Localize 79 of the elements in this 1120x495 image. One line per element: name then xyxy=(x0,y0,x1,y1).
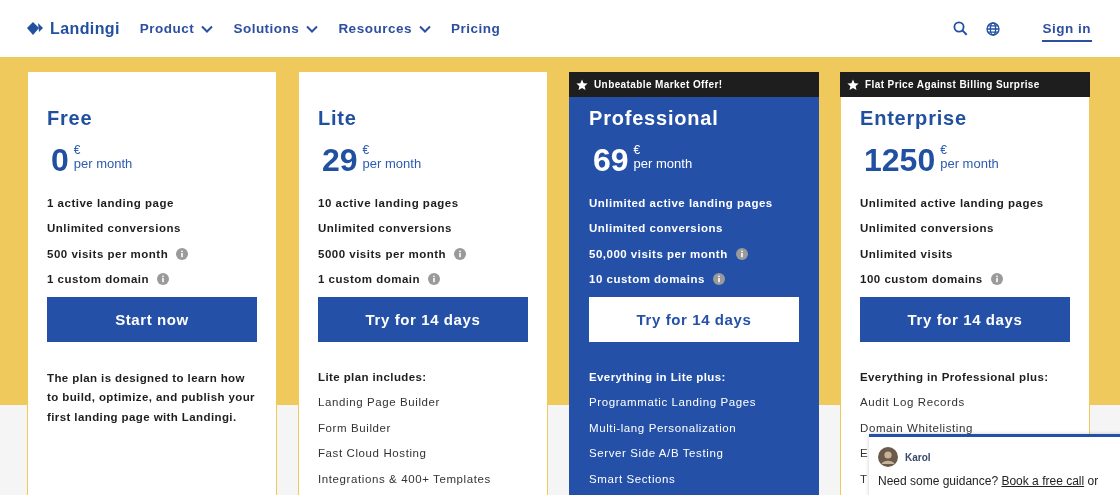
plan-cta-button[interactable]: Try for 14 days xyxy=(860,296,1070,342)
logo-icon xyxy=(27,21,44,36)
included-feature: Domain Whitelisting xyxy=(860,420,974,436)
feature-text: Unlimited active landing pages xyxy=(860,196,1044,209)
sign-in-link[interactable]: Sign in xyxy=(1041,15,1092,42)
info-icon[interactable] xyxy=(176,247,189,260)
feature-text: 100 custom domains xyxy=(860,273,983,285)
chat-message: Need some guidance? Book a free call or xyxy=(878,474,1100,488)
currency-symbol: € xyxy=(362,144,371,156)
book-call-link[interactable]: Book a free call xyxy=(1001,474,1085,488)
feature-text: 1 active landing page xyxy=(47,196,174,209)
included-feature: Audit Log Records xyxy=(860,395,965,410)
info-icon[interactable] xyxy=(454,247,467,260)
nav-menu-item[interactable]: Product xyxy=(139,21,214,36)
feature-text: Unlimited conversions xyxy=(860,222,994,234)
info-icon[interactable] xyxy=(735,247,748,260)
feature-text: 5000 visits per month xyxy=(318,247,447,260)
feature-text: Unlimited conversions xyxy=(589,222,723,234)
feature-text: Unlimited conversions xyxy=(47,222,181,234)
plan-cta-button[interactable]: Start now xyxy=(47,296,257,342)
price-period: per month xyxy=(633,156,693,172)
chat-agent-name: Karol xyxy=(905,451,931,463)
ribbon-text: Unbeatable Market Offer! xyxy=(594,79,723,90)
price-period: per month xyxy=(73,156,133,172)
included-feature: Landing Page Builder xyxy=(318,395,440,410)
nav-menu-item[interactable]: Pricing xyxy=(450,21,501,36)
feature-text: 50,000 visits per month xyxy=(589,247,728,260)
plan-name: Professional xyxy=(589,106,720,130)
includes-heading: Everything in Professional plus: xyxy=(860,369,1049,385)
included-feature: Smart Sections xyxy=(589,471,676,487)
currency-symbol: € xyxy=(940,144,948,156)
includes-heading: Everything in Lite plus: xyxy=(589,369,726,385)
avatar-icon xyxy=(878,447,898,467)
included-feature: Form Builder xyxy=(318,420,392,436)
ribbon-text: Flat Price Against Billing Surprise xyxy=(865,79,1040,90)
feature-text: 10 custom domains xyxy=(589,273,705,285)
included-feature: Integrations & 400+ Templates xyxy=(318,471,491,487)
chevron-down-icon xyxy=(306,24,319,33)
price-amount: 69 xyxy=(593,143,629,177)
feature-text: 1 custom domain xyxy=(47,273,150,285)
included-feature: E xyxy=(860,446,869,461)
plan-cta-button[interactable]: Try for 14 days xyxy=(589,296,799,342)
plan-description: The plan is designed to learn how to build, optimize, and publish your first landing page with Landingi. xyxy=(47,370,256,425)
feature-text: Unlimited visits xyxy=(860,247,953,260)
star-icon xyxy=(576,78,588,91)
info-icon[interactable] xyxy=(157,273,170,285)
nav-menu-item[interactable]: Solutions xyxy=(233,21,319,36)
included-feature: Server Side A/B Testing xyxy=(589,446,724,461)
price-period: per month xyxy=(940,156,999,172)
chevron-down-icon xyxy=(418,24,431,33)
plan-name: Enterprise xyxy=(860,106,968,130)
currency-symbol: € xyxy=(73,144,82,156)
feature-text: Unlimited conversions xyxy=(318,222,452,234)
plan-cta-button[interactable]: Try for 14 days xyxy=(318,296,528,342)
price-amount: 0 xyxy=(51,143,69,177)
plan-name: Lite xyxy=(318,106,358,130)
price-period: per month xyxy=(362,156,422,172)
info-icon[interactable] xyxy=(712,273,725,285)
info-icon[interactable] xyxy=(428,273,441,285)
info-icon[interactable] xyxy=(990,273,1003,285)
search-icon[interactable] xyxy=(952,21,968,36)
feature-text: Unlimited active landing pages xyxy=(589,196,773,209)
included-feature: Fast Cloud Hosting xyxy=(318,446,427,461)
included-feature: Multi-lang Personalization xyxy=(589,420,737,436)
feature-text: 10 active landing pages xyxy=(318,196,459,209)
logo-text[interactable]: Landingi xyxy=(50,19,120,38)
includes-heading: Lite plan includes: xyxy=(318,369,427,385)
plan-name: Free xyxy=(47,106,94,130)
nav-menu-item[interactable]: Resources xyxy=(338,21,431,36)
star-icon xyxy=(847,78,859,91)
feature-text: 500 visits per month xyxy=(47,247,169,260)
feature-text: 1 custom domain xyxy=(318,273,421,285)
price-amount: 1250 xyxy=(864,143,936,177)
chevron-down-icon xyxy=(201,24,214,33)
included-feature: Programmatic Landing Pages xyxy=(589,395,757,410)
globe-icon[interactable] xyxy=(985,21,1000,36)
included-feature: T xyxy=(860,471,868,487)
price-amount: 29 xyxy=(322,143,358,177)
currency-symbol: € xyxy=(633,144,642,156)
